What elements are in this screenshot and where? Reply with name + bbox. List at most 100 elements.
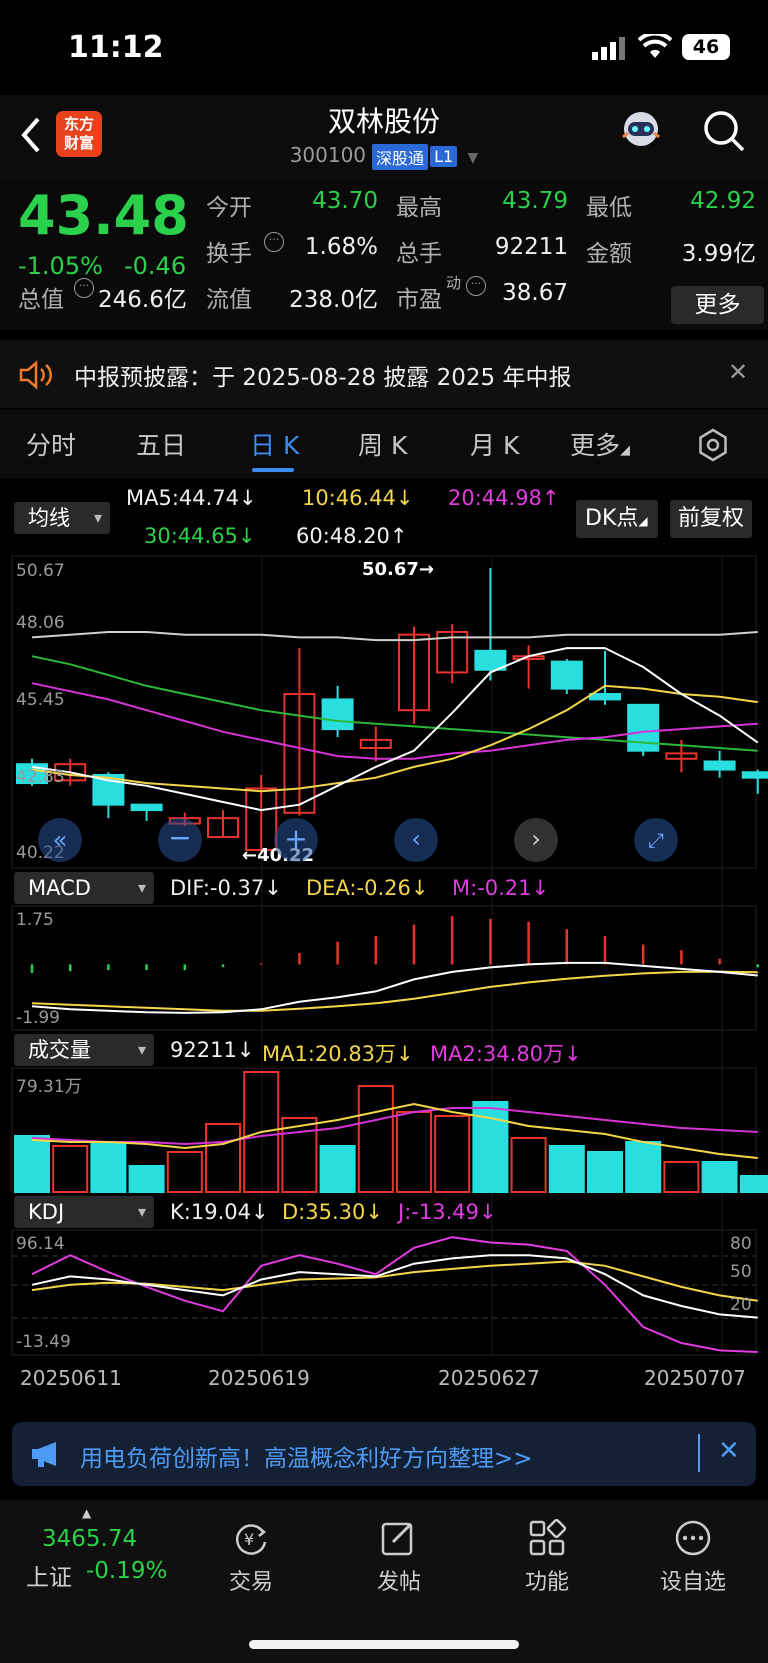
index-change: -0.19% (86, 1558, 168, 1584)
megaphone-icon (30, 1440, 64, 1472)
legend-d: D:35.30↓ (282, 1200, 383, 1224)
legend-j: J:-13.49↓ (398, 1200, 497, 1224)
nav-watchlist-label: 设自选 (659, 1570, 726, 1595)
zoom-in-icon[interactable]: + (274, 818, 318, 862)
high-marker: 50.67→ (362, 559, 435, 580)
legend-ma5: MA5:44.74↓ (126, 486, 257, 510)
k-line (31, 1254, 758, 1319)
volume-bar (510, 1137, 547, 1193)
kdj-ref-20: 20 (730, 1295, 752, 1315)
volume-bar (625, 1141, 662, 1193)
volume-bar (701, 1161, 738, 1193)
vol-ma2-line (31, 1107, 758, 1146)
legend-dif: DIF:-0.37↓ (170, 876, 282, 900)
nav-trade[interactable]: ¥ 交易 (196, 1518, 306, 1596)
nav-post[interactable]: 发帖 (344, 1518, 454, 1596)
price-axis-label: 48.06 (16, 613, 65, 633)
volume-bar (663, 1161, 700, 1193)
kdj-ref-50: 50 (730, 1262, 752, 1282)
candle-body (550, 660, 583, 690)
macd-axis-bottom: -1.99 (16, 1008, 60, 1028)
d-line (31, 1260, 758, 1302)
volume-bar (52, 1145, 89, 1193)
volume-bar (128, 1165, 165, 1193)
volume-bar (14, 1135, 50, 1193)
candle-body (321, 698, 354, 731)
bottom-nav: ▲ 3465.74 上证 -0.19% ¥ 交易 发帖 功能 设自选 (0, 1500, 768, 1663)
date-label: 20250611 (20, 1366, 122, 1390)
scroll-left-fast-icon[interactable]: « (38, 818, 82, 862)
dif-line (31, 961, 758, 1014)
candle-body (130, 803, 163, 812)
volume-bar (587, 1151, 623, 1193)
volume-bar (396, 1111, 432, 1193)
indicator-selector-volume[interactable]: 成交量 (14, 1034, 154, 1066)
home-indicator (249, 1640, 519, 1649)
legend-macd: M:-0.21↓ (452, 876, 550, 900)
nav-watchlist[interactable]: 设自选 (638, 1518, 748, 1596)
scroll-right-icon[interactable]: › (514, 818, 558, 862)
nav-post-label: 发帖 (376, 1570, 421, 1595)
price-axis-label: 42.83 (16, 767, 65, 787)
macd-axis-top: 1.75 (16, 910, 54, 930)
index-value[interactable]: 3465.74 (42, 1526, 137, 1552)
legend-vol-ma2: MA2:34.80万↓ (430, 1042, 582, 1066)
forward-adjust-button[interactable]: 前复权 (670, 500, 752, 538)
price-axis-label: 50.67 (16, 561, 65, 581)
edit-icon (381, 1522, 413, 1556)
kdj-axis-top: 96.14 (16, 1234, 65, 1254)
dk-point-button[interactable]: DK点◢ (576, 500, 658, 538)
indicator-selector-macd[interactable]: MACD (14, 872, 154, 904)
kdj-axis-bottom: -13.49 (16, 1332, 71, 1352)
volume-bar (205, 1123, 241, 1193)
zoom-out-icon[interactable]: − (158, 818, 202, 862)
candle-body (741, 771, 768, 779)
indicator-selector-ma[interactable]: 均线 (14, 502, 110, 534)
date-label: 20250707 (644, 1366, 746, 1390)
price-axis-label: 45.45 (16, 690, 65, 710)
kdj-ref-80: 80 (730, 1234, 752, 1254)
banner-text: 用电负荷创新高！高温概念利好方向整理>> (80, 1446, 533, 1472)
expand-up-icon[interactable]: ▲ (82, 1506, 91, 1520)
volume-bar (90, 1141, 127, 1193)
close-icon[interactable]: ✕ (718, 1436, 740, 1466)
caret-icon: ◢ (638, 514, 648, 528)
dk-point-label: DK点 (585, 506, 639, 531)
candle-body (589, 693, 621, 701)
legend-vol-ma1: MA1:20.83万↓ (262, 1042, 414, 1066)
fullscreen-icon[interactable]: ⤢ (634, 818, 678, 862)
legend-ma10: 10:46.44↓ (302, 486, 414, 510)
ma60-line (31, 631, 758, 642)
nav-functions-label: 功能 (524, 1570, 569, 1595)
trade-icon: ¥ (236, 1524, 267, 1555)
index-name[interactable]: 上证 (26, 1558, 72, 1592)
panel-frame (11, 1229, 757, 1356)
candle-body (703, 760, 736, 771)
svg-text:¥: ¥ (244, 1530, 254, 1549)
dea-line (31, 970, 758, 1012)
legend-dea: DEA:-0.26↓ (306, 876, 429, 900)
j-line (31, 1236, 758, 1353)
volume-bar (739, 1175, 768, 1193)
legend-ma30: 30:44.65↓ (144, 524, 256, 548)
volume-bar (357, 1085, 394, 1193)
promo-banner[interactable]: 用电负荷创新高！高温概念利好方向整理>> ✕ (12, 1422, 756, 1486)
nav-trade-label: 交易 (228, 1570, 273, 1595)
volume-bar (281, 1117, 318, 1193)
date-label: 20250619 (208, 1366, 310, 1390)
volume-bar (434, 1115, 471, 1193)
volume-axis-top: 79.31万 (16, 1077, 82, 1097)
legend-ma60: 60:48.20↑ (296, 524, 408, 548)
date-label: 20250627 (438, 1366, 540, 1390)
more-dots-icon (675, 1520, 711, 1556)
grid-icon (529, 1518, 567, 1556)
legend-ma20: 20:44.98↑ (448, 486, 560, 510)
banner-divider (698, 1434, 700, 1472)
scroll-left-icon[interactable]: ‹ (394, 818, 438, 862)
legend-k: K:19.04↓ (170, 1200, 269, 1224)
nav-functions[interactable]: 功能 (492, 1518, 602, 1596)
volume-bar (548, 1145, 585, 1193)
volume-bar (319, 1145, 356, 1193)
indicator-selector-kdj[interactable]: KDJ (14, 1196, 154, 1228)
volume-bar (166, 1151, 203, 1193)
